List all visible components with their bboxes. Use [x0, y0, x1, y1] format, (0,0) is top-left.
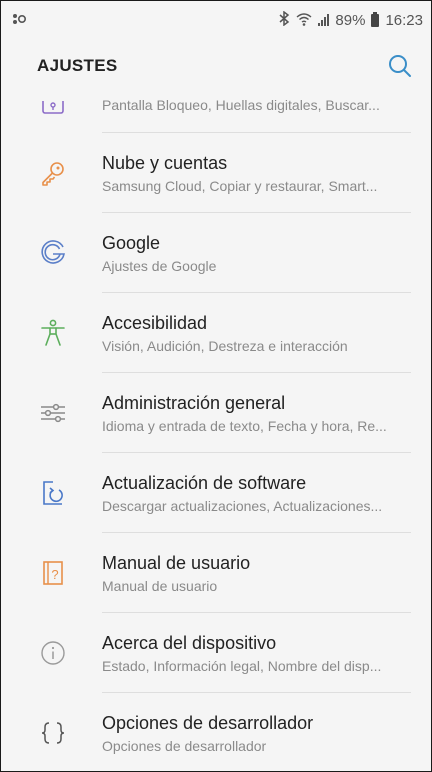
key-icon	[39, 159, 67, 187]
signal-icon	[318, 14, 330, 26]
battery-icon	[371, 11, 380, 27]
notification-icon	[11, 12, 27, 29]
settings-item-software-update[interactable]: Actualización de software Descargar actu…	[1, 453, 431, 533]
settings-item-lock-screen[interactable]: Pantalla Bloqueo, Huellas digitales, Bus…	[1, 93, 431, 133]
clock: 16:23	[385, 11, 423, 29]
software-update-icon	[39, 479, 67, 507]
settings-item-about-device[interactable]: Acerca del dispositivo Estado, Informaci…	[1, 613, 431, 693]
battery-percent: 89%	[335, 11, 366, 29]
sliders-icon	[39, 399, 67, 427]
settings-list: Pantalla Bloqueo, Huellas digitales, Bus…	[1, 93, 431, 771]
settings-item-developer-options[interactable]: Opciones de desarrollador Opciones de de…	[1, 693, 431, 771]
settings-item-google[interactable]: Google Ajustes de Google	[1, 213, 431, 293]
settings-item-label: Opciones de desarrollador	[102, 712, 314, 733]
accessibility-icon	[39, 319, 67, 347]
settings-item-sublabel: Descargar actualizaciones, Actualizacion…	[102, 497, 383, 514]
settings-item-label: Administración general	[102, 392, 286, 413]
search-icon	[389, 55, 411, 77]
page-title: AJUSTES	[37, 56, 118, 75]
settings-item-sublabel: Visión, Audición, Destreza e interacción	[102, 337, 348, 354]
settings-item-label: Nube y cuentas	[102, 152, 228, 173]
wifi-icon	[296, 12, 312, 29]
settings-item-label: Actualización de software	[102, 472, 307, 493]
app-header: AJUSTES	[1, 39, 431, 93]
settings-item-cloud-accounts[interactable]: Nube y cuentas Samsung Cloud, Copiar y r…	[1, 133, 431, 213]
settings-item-sublabel: Pantalla Bloqueo, Huellas digitales, Bus…	[102, 97, 380, 113]
settings-item-accessibility[interactable]: Accesibilidad Visión, Audición, Destreza…	[1, 293, 431, 373]
settings-item-label: Manual de usuario	[102, 552, 251, 573]
svg-text:?: ?	[51, 567, 58, 582]
settings-item-sublabel: Samsung Cloud, Copiar y restaurar, Smart…	[102, 177, 378, 194]
braces-icon	[39, 719, 67, 747]
settings-item-sublabel: Manual de usuario	[102, 577, 218, 594]
settings-item-user-manual[interactable]: ? Manual de usuario Manual de usuario	[1, 533, 431, 613]
status-bar: 89% 16:23	[1, 1, 431, 39]
bluetooth-icon	[279, 10, 290, 29]
settings-screen: 89% 16:23 AJUSTES Pantalla Bloqueo, Huel…	[0, 0, 432, 772]
settings-item-sublabel: Estado, Información legal, Nombre del di…	[102, 657, 382, 674]
user-manual-icon: ?	[39, 559, 67, 587]
settings-item-sublabel: Idioma y entrada de texto, Fecha y hora,…	[102, 417, 387, 434]
google-icon	[39, 239, 67, 267]
settings-item-label: Google	[102, 232, 161, 253]
settings-item-label: Accesibilidad	[102, 312, 208, 333]
info-icon	[39, 639, 67, 667]
settings-item-sublabel: Opciones de desarrollador	[102, 737, 267, 754]
search-button[interactable]	[387, 53, 413, 79]
lock-screen-icon	[39, 97, 67, 125]
settings-item-general-management[interactable]: Administración general Idioma y entrada …	[1, 373, 431, 453]
settings-item-sublabel: Ajustes de Google	[102, 257, 217, 274]
settings-item-label: Acerca del dispositivo	[102, 632, 277, 653]
